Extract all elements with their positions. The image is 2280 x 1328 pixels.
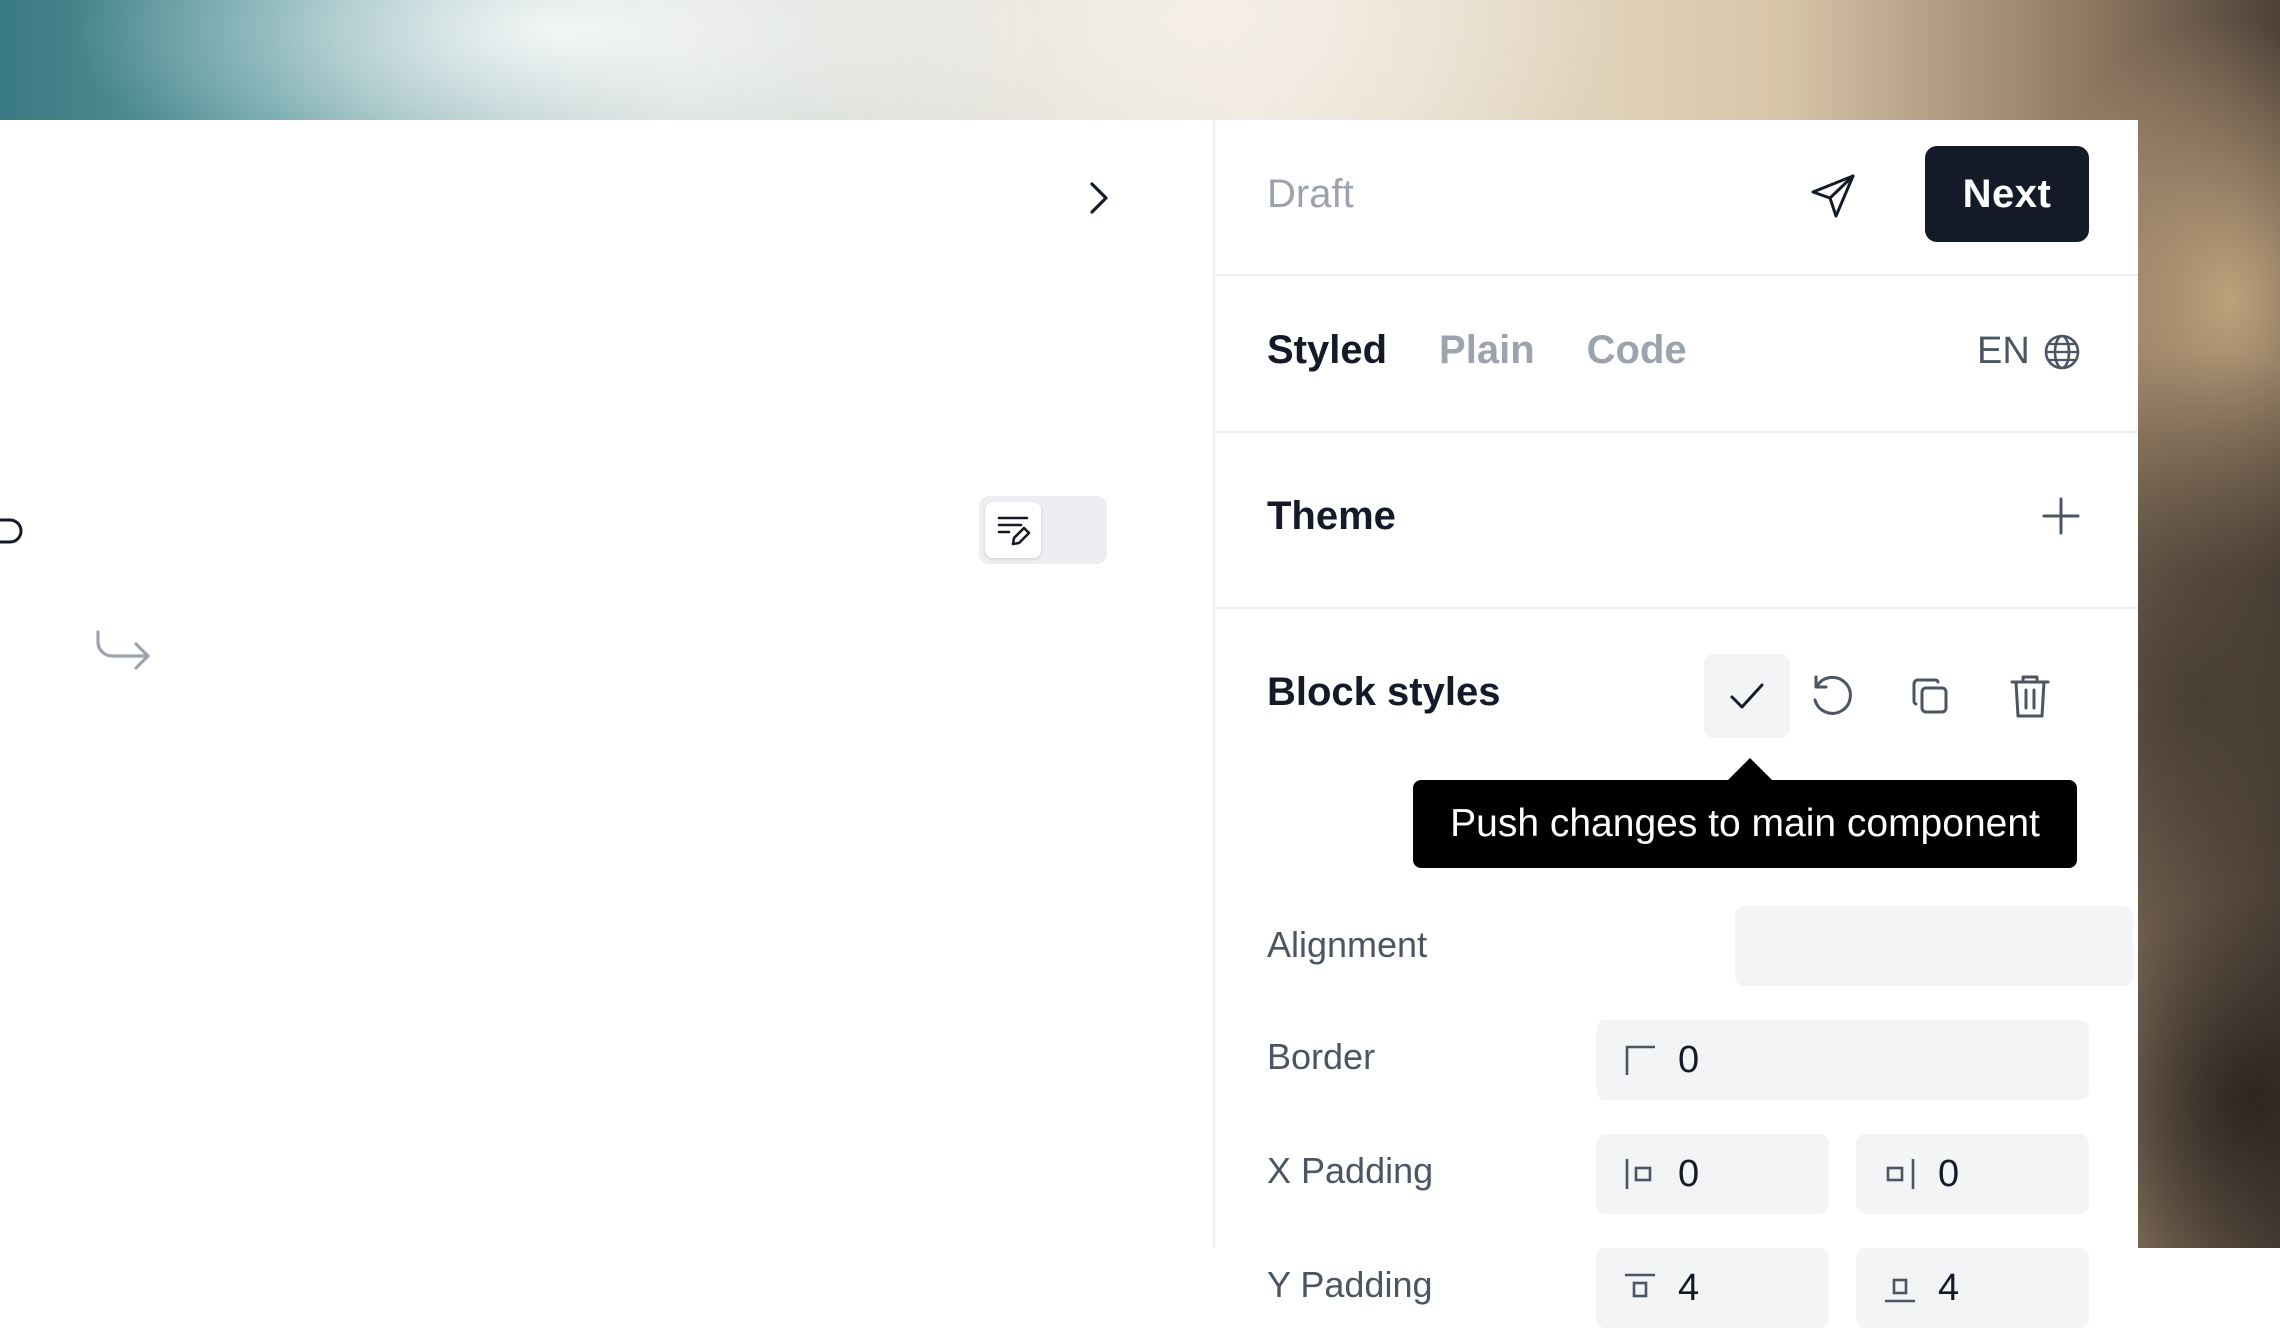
padding-top-field[interactable]: 4 (1596, 1248, 1829, 1328)
border-value: 0 (1678, 1038, 1700, 1081)
draft-status: Draft (1267, 172, 1354, 216)
tab-code[interactable]: Code (1587, 328, 1687, 373)
x-padding-label: X Padding (1267, 1150, 1434, 1191)
undo-icon[interactable] (0, 508, 28, 556)
block-styles-title: Block styles (1267, 670, 1501, 714)
copy-icon[interactable] (1902, 668, 1958, 724)
properties-panel: Draft Next Styled Plain Code EN Theme Bl… (1213, 120, 2138, 1328)
send-icon[interactable] (1805, 168, 1861, 224)
corner-radius-icon (1622, 1042, 1658, 1078)
reset-icon[interactable] (1803, 668, 1859, 724)
tab-styled[interactable]: Styled (1267, 328, 1387, 373)
plus-icon[interactable] (2035, 490, 2087, 542)
tabs-divider (1215, 431, 2138, 433)
editor-window: Draft Next Styled Plain Code EN Theme Bl… (0, 120, 2138, 1328)
padding-bottom-icon (1882, 1270, 1918, 1306)
theme-title: Theme (1267, 494, 1396, 538)
padding-left-icon (1622, 1156, 1658, 1192)
redo-icon[interactable] (92, 624, 156, 680)
alignment-field[interactable] (1735, 906, 2133, 986)
canvas-area (0, 120, 1213, 1248)
padding-right-field[interactable]: 0 (1856, 1134, 2089, 1214)
padding-bottom-value: 4 (1938, 1266, 1960, 1309)
border-radius-field[interactable]: 0 (1596, 1020, 2089, 1100)
edit-mode-toggle[interactable] (979, 496, 1107, 564)
header-divider (1215, 274, 2138, 276)
push-changes-tooltip: Push changes to main component (1413, 780, 2077, 868)
padding-bottom-field[interactable]: 4 (1856, 1248, 2089, 1328)
trash-icon[interactable] (2002, 668, 2058, 724)
language-selector[interactable]: EN (1977, 330, 2082, 373)
tab-plain[interactable]: Plain (1439, 328, 1535, 373)
y-padding-label: Y Padding (1267, 1264, 1433, 1305)
alignment-label: Alignment (1267, 924, 1428, 965)
theme-divider (1215, 607, 2138, 609)
next-button[interactable]: Next (1925, 146, 2089, 242)
padding-right-value: 0 (1938, 1152, 1960, 1195)
padding-left-field[interactable]: 0 (1596, 1134, 1829, 1214)
globe-icon (2042, 332, 2082, 372)
language-code: EN (1977, 330, 2030, 372)
edit-text-icon (985, 502, 1041, 558)
border-label: Border (1267, 1036, 1376, 1077)
padding-top-icon (1622, 1270, 1658, 1306)
padding-top-value: 4 (1678, 1266, 1700, 1309)
mode-tabs: Styled Plain Code (1267, 328, 1687, 373)
padding-right-icon (1882, 1156, 1918, 1192)
chevron-right-icon[interactable] (1076, 176, 1120, 220)
padding-left-value: 0 (1678, 1152, 1700, 1195)
tooltip-arrow (1728, 758, 1772, 780)
check-icon[interactable] (1704, 654, 1790, 738)
